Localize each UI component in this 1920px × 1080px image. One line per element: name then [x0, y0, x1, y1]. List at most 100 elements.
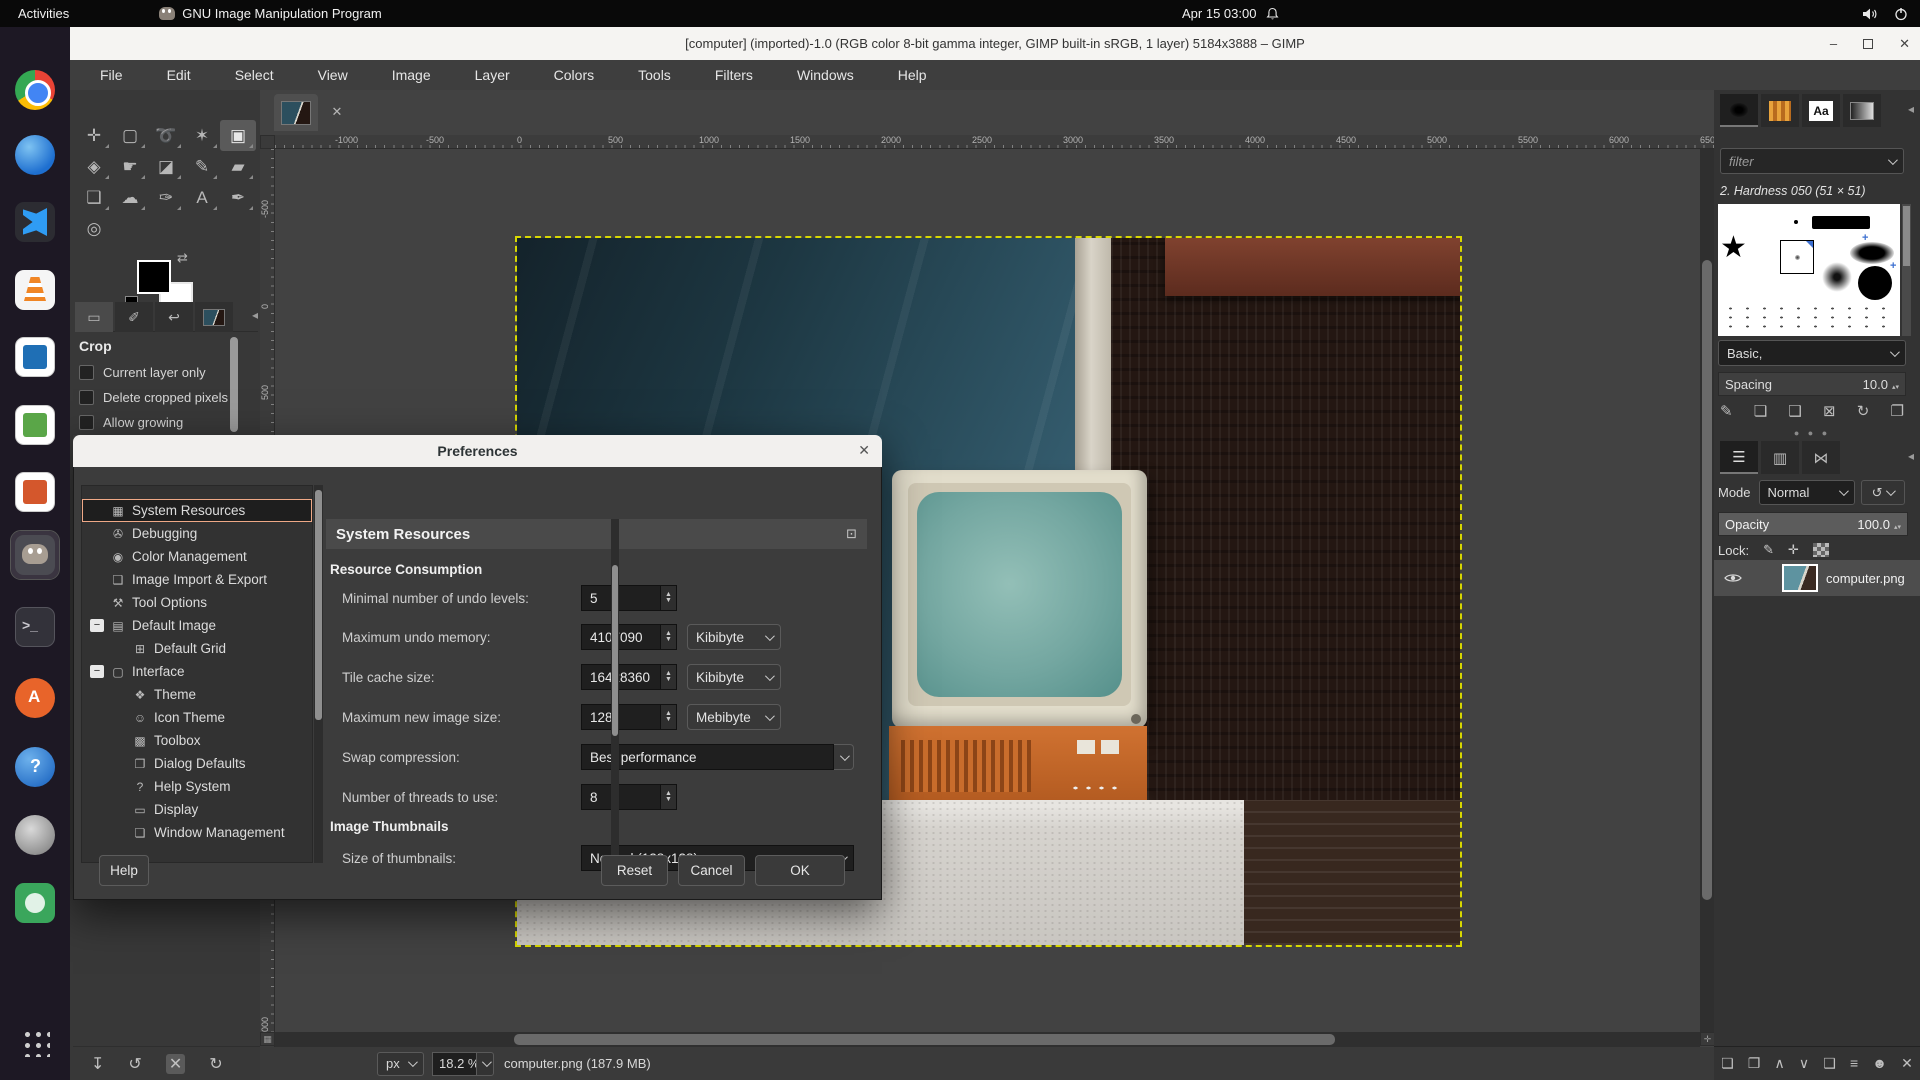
undo-levels-input[interactable]: 5 — [581, 585, 661, 611]
dock-settings-icon[interactable] — [11, 811, 59, 859]
dock-vlc-icon[interactable] — [11, 266, 59, 314]
crop-option-checkbox[interactable]: Allow growing — [79, 410, 244, 435]
dialog-close-icon[interactable]: ✕ — [858, 442, 870, 459]
tab-channels[interactable]: ▥ — [1761, 441, 1799, 474]
delete-layer-icon[interactable]: ✕ — [1901, 1055, 1913, 1072]
lower-layer-icon[interactable]: ∨ — [1799, 1055, 1809, 1072]
restore-tool-preset-icon[interactable]: ↺ — [128, 1054, 141, 1074]
spinner-arrows-icon[interactable]: ▲▼ — [661, 704, 677, 730]
lock-position-icon[interactable]: ✛ — [1788, 542, 1799, 558]
free-select-tool-icon[interactable]: ➰ — [148, 120, 184, 151]
pref-tree-system-resources[interactable]: ▦ System Resources — [82, 499, 312, 522]
brush-grid[interactable]: ★ + + — [1718, 204, 1900, 336]
max-image-size-unit-dropdown[interactable]: Mebibyte — [687, 704, 781, 730]
edit-brush-icon[interactable]: ✎ — [1720, 402, 1733, 420]
brush-filter-input[interactable]: filter — [1720, 148, 1904, 174]
menu-item[interactable]: File — [78, 63, 145, 87]
crop-option-checkbox[interactable]: Delete cropped pixels — [79, 385, 244, 410]
smudge-tool-icon[interactable]: ☁ — [112, 182, 148, 213]
dock-vscode-icon[interactable] — [11, 198, 59, 246]
brush-bar[interactable] — [1812, 216, 1870, 229]
pref-tree-default-grid[interactable]: ⊞ Default Grid — [82, 637, 312, 660]
duplicate-layer-icon[interactable]: ❑ — [1823, 1055, 1836, 1072]
tree-expander-icon[interactable]: − — [90, 619, 104, 632]
duplicate-brush-icon[interactable]: ❑ — [1788, 402, 1801, 420]
layer-mode-dropdown[interactable]: Normal — [1759, 480, 1855, 505]
dialog-title-bar[interactable]: Preferences ✕ — [73, 435, 882, 467]
dock-firefox-icon[interactable] — [11, 131, 59, 179]
threads-input[interactable]: 8 — [581, 784, 661, 810]
save-tool-preset-icon[interactable]: ↧ — [91, 1054, 104, 1074]
layer-mode-reset-button[interactable]: ↺ — [1861, 480, 1905, 505]
layer-row-computer-png[interactable]: computer.png — [1714, 560, 1920, 596]
collapse-panel-icon[interactable]: ◂ — [1908, 102, 1914, 116]
brush-group-dropdown[interactable]: Basic, — [1718, 340, 1906, 366]
close-button[interactable]: ✕ — [1899, 36, 1910, 52]
menu-item[interactable]: Image — [370, 63, 453, 87]
dock-impress-icon[interactable] — [11, 468, 59, 516]
crop-option-checkbox[interactable]: Current layer only — [79, 360, 244, 385]
dock-help-icon[interactable] — [11, 743, 59, 791]
quick-mask-toggle[interactable]: ▦ — [260, 1032, 275, 1046]
pref-tree-image-import-export[interactable]: ❑ Image Import & Export — [82, 568, 312, 591]
image-tab-close-icon[interactable]: ✕ — [324, 99, 350, 125]
pref-tree-dialog-defaults[interactable]: ❐ Dialog Defaults — [82, 752, 312, 775]
cancel-button[interactable]: Cancel — [678, 855, 745, 886]
zoom-dropdown-button[interactable] — [476, 1052, 494, 1076]
crop-tool-icon[interactable]: ▣ — [220, 120, 256, 151]
spinner-arrows-icon[interactable]: ▲▼ — [661, 585, 677, 611]
pref-tree-icon-theme[interactable]: ☺ Icon Theme — [82, 706, 312, 729]
brush-speckle-row[interactable] — [1722, 304, 1896, 332]
paths-tool-icon[interactable]: ✑ — [148, 182, 184, 213]
menu-item[interactable]: Help — [876, 63, 949, 87]
move-tool-icon[interactable]: ✛ — [76, 120, 112, 151]
spinner-arrows-icon[interactable]: ▲▼ — [661, 664, 677, 690]
menu-item[interactable]: Tools — [616, 63, 693, 87]
layer-opacity-slider[interactable]: Opacity 100.0▴▾ — [1718, 512, 1908, 536]
dock-gimp-icon[interactable] — [11, 531, 59, 579]
menu-item[interactable]: Colors — [532, 63, 616, 87]
text-tool-icon[interactable]: A — [184, 182, 220, 213]
gimp-title-bar[interactable]: [computer] (imported)-1.0 (RGB color 8-b… — [70, 27, 1920, 60]
new-layer-icon[interactable]: ❏ — [1721, 1055, 1734, 1072]
pref-tree-display[interactable]: ▭ Display — [82, 798, 312, 821]
minimize-button[interactable]: – — [1830, 36, 1837, 51]
spinner-arrows-icon[interactable]: ▲▼ — [661, 624, 677, 650]
pref-tree-color-management[interactable]: ◉ Color Management — [82, 545, 312, 568]
brush-fuzzy-circle[interactable] — [1822, 262, 1852, 292]
tab-fonts[interactable]: Aa — [1802, 94, 1840, 127]
ruler-origin-button[interactable] — [260, 135, 275, 149]
paintbrush-tool-icon[interactable]: ✎ — [184, 151, 220, 182]
spinner-arrows-icon[interactable]: ▲▼ — [661, 784, 677, 810]
pref-tree-debugging[interactable]: ✇ Debugging — [82, 522, 312, 545]
menu-item[interactable]: Layer — [453, 63, 532, 87]
navigation-preview-button[interactable]: ✛ — [1700, 1032, 1714, 1046]
refresh-brushes-icon[interactable]: ↻ — [1857, 402, 1870, 420]
ink-tool-icon[interactable]: ✒ — [220, 182, 256, 213]
brush-ellipse[interactable] — [1850, 242, 1894, 264]
clock-menu[interactable]: Apr 15 03:00 — [1182, 6, 1279, 21]
canvas-horizontal-scrollbar[interactable] — [275, 1032, 1700, 1047]
tab-undo-history[interactable]: ↩ — [155, 302, 193, 332]
help-button[interactable]: Help — [99, 855, 149, 886]
transform-tool-icon[interactable]: ◈ — [76, 151, 112, 182]
menu-item[interactable]: Filters — [693, 63, 775, 87]
clone-tool-icon[interactable]: ❑ — [76, 182, 112, 213]
swap-compression-dropdown-button[interactable] — [834, 744, 854, 770]
panel-drag-handle[interactable]: ● ● ● — [1714, 428, 1910, 438]
ok-button[interactable]: OK — [755, 855, 845, 886]
show-applications-icon[interactable] — [20, 1027, 50, 1057]
tab-brushes[interactable] — [1720, 94, 1758, 127]
focused-app-menu[interactable]: GNU Image Manipulation Program — [159, 6, 381, 21]
swap-colors-icon[interactable]: ⇄ — [177, 250, 188, 266]
menu-item[interactable]: Select — [213, 63, 296, 87]
brush-selected-hardness-050[interactable] — [1780, 240, 1814, 274]
delete-brush-icon[interactable]: ⊠ — [1823, 402, 1836, 420]
new-brush-icon[interactable]: ❏ — [1754, 402, 1767, 420]
tab-layers[interactable]: ☰ — [1720, 441, 1758, 474]
max-image-size-input[interactable]: 128 — [581, 704, 661, 730]
dock-writer-icon[interactable] — [11, 333, 59, 381]
brush-spacing-slider[interactable]: Spacing 10.0▴▾ — [1718, 372, 1906, 396]
tab-patterns[interactable] — [1761, 94, 1799, 127]
undo-memory-input[interactable]: 4107090 — [581, 624, 661, 650]
